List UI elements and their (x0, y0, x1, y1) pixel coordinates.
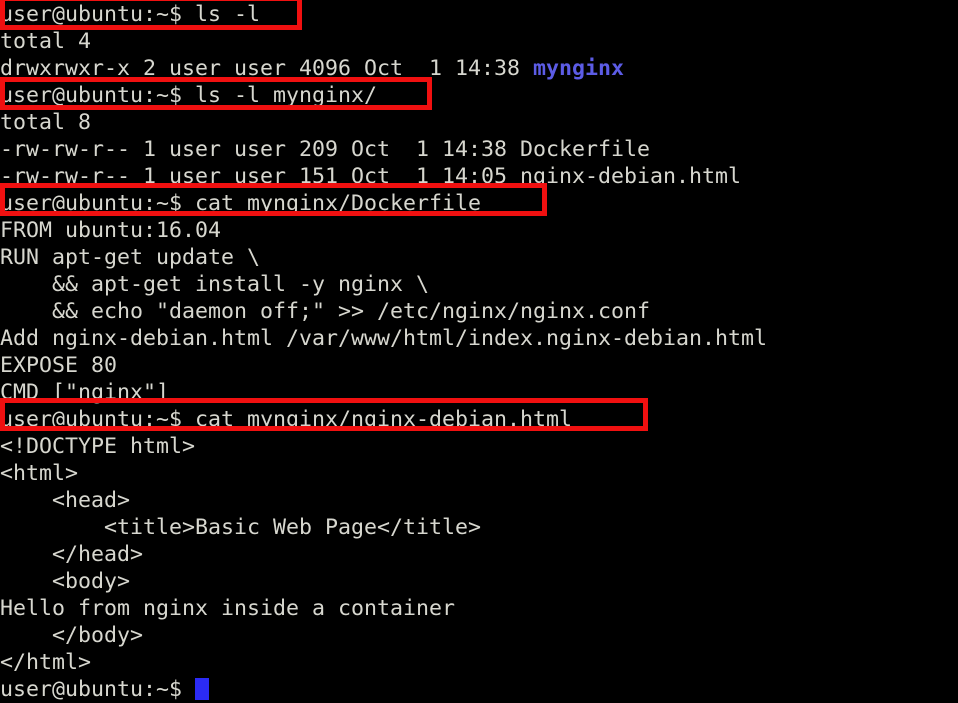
line-text: <head> (0, 488, 131, 513)
terminal-output-line: </html> (0, 649, 91, 676)
line-text: user@ubuntu:~$ ls -l mynginx/ (0, 83, 378, 108)
terminal-output-line: drwxrwxr-x 2 user user 4096 Oct 1 14:38 … (0, 55, 624, 82)
line-text: </body> (0, 623, 144, 648)
terminal-command-line: user@ubuntu:~$ cat mynginx/nginx-debian.… (0, 406, 572, 433)
line-text: user@ubuntu:~$ ls -l (0, 2, 261, 27)
line-text: -rw-rw-r-- 1 user user 151 Oct 1 14:05 n… (0, 164, 742, 189)
terminal-command-line: user@ubuntu:~$ ls -l mynginx/ (0, 82, 377, 109)
directory-name: mynginx (533, 56, 625, 81)
line-text: FROM ubuntu:16.04 (0, 218, 222, 243)
terminal-output-line: </body> (0, 622, 143, 649)
line-text: CMD ["nginx"] (0, 380, 170, 405)
terminal-output-line: <!DOCTYPE html> (0, 433, 195, 460)
terminal-output-line: Hello from nginx inside a container (0, 595, 455, 622)
terminal-command-line: user@ubuntu:~$ cat mynginx/Dockerfile (0, 190, 481, 217)
terminal-output-line: RUN apt-get update \ (0, 244, 260, 271)
terminal-output-line: total 4 (0, 28, 91, 55)
terminal-output-line: <title>Basic Web Page</title> (0, 514, 481, 541)
line-text: <!DOCTYPE html> (0, 434, 196, 459)
terminal-command-line: user@ubuntu:~$ ls -l (0, 1, 260, 28)
line-text: drwxrwxr-x 2 user user 4096 Oct 1 14:38 (0, 56, 534, 81)
terminal-output-line: -rw-rw-r-- 1 user user 151 Oct 1 14:05 n… (0, 163, 741, 190)
terminal-output-line: </head> (0, 541, 143, 568)
terminal-output-line: CMD ["nginx"] (0, 379, 169, 406)
terminal-output-line: <html> (0, 460, 78, 487)
line-text: RUN apt-get update \ (0, 245, 261, 270)
line-text: -rw-rw-r-- 1 user user 209 Oct 1 14:38 D… (0, 137, 651, 162)
terminal-output-line: Add nginx-debian.html /var/www/html/inde… (0, 325, 767, 352)
line-text: user@ubuntu:~$ cat mynginx/Dockerfile (0, 191, 482, 216)
line-text: && echo "daemon off;" >> /etc/nginx/ngin… (0, 299, 651, 324)
line-text: <body> (0, 569, 131, 594)
text-cursor (195, 678, 210, 700)
line-text: EXPOSE 80 (0, 353, 118, 378)
terminal-output-line: EXPOSE 80 (0, 352, 117, 379)
line-text: Add nginx-debian.html /var/www/html/inde… (0, 326, 768, 351)
line-text: <title>Basic Web Page</title> (0, 515, 482, 540)
terminal-window[interactable]: user@ubuntu:~$ ls -l total 4 drwxrwxr-x 2 … (0, 0, 958, 703)
line-text: </html> (0, 650, 92, 675)
terminal-output-line: && apt-get install -y nginx \ (0, 271, 429, 298)
terminal-output-line: && echo "daemon off;" >> /etc/nginx/ngin… (0, 298, 650, 325)
line-text: && apt-get install -y nginx \ (0, 272, 430, 297)
line-text: total 4 (0, 29, 92, 54)
line-text: </head> (0, 542, 144, 567)
line-text: <html> (0, 461, 79, 486)
terminal-prompt-line: user@ubuntu:~$ (0, 676, 210, 703)
terminal-output-line: <body> (0, 568, 130, 595)
line-text: Hello from nginx inside a container (0, 596, 456, 621)
line-text: user@ubuntu:~$ (0, 677, 196, 702)
terminal-output-line: FROM ubuntu:16.04 (0, 217, 221, 244)
terminal-output-line: <head> (0, 487, 130, 514)
line-text: total 8 (0, 110, 92, 135)
terminal-output-line: -rw-rw-r-- 1 user user 209 Oct 1 14:38 D… (0, 136, 650, 163)
terminal-output-line: total 8 (0, 109, 91, 136)
line-text: user@ubuntu:~$ cat mynginx/nginx-debian.… (0, 407, 573, 432)
